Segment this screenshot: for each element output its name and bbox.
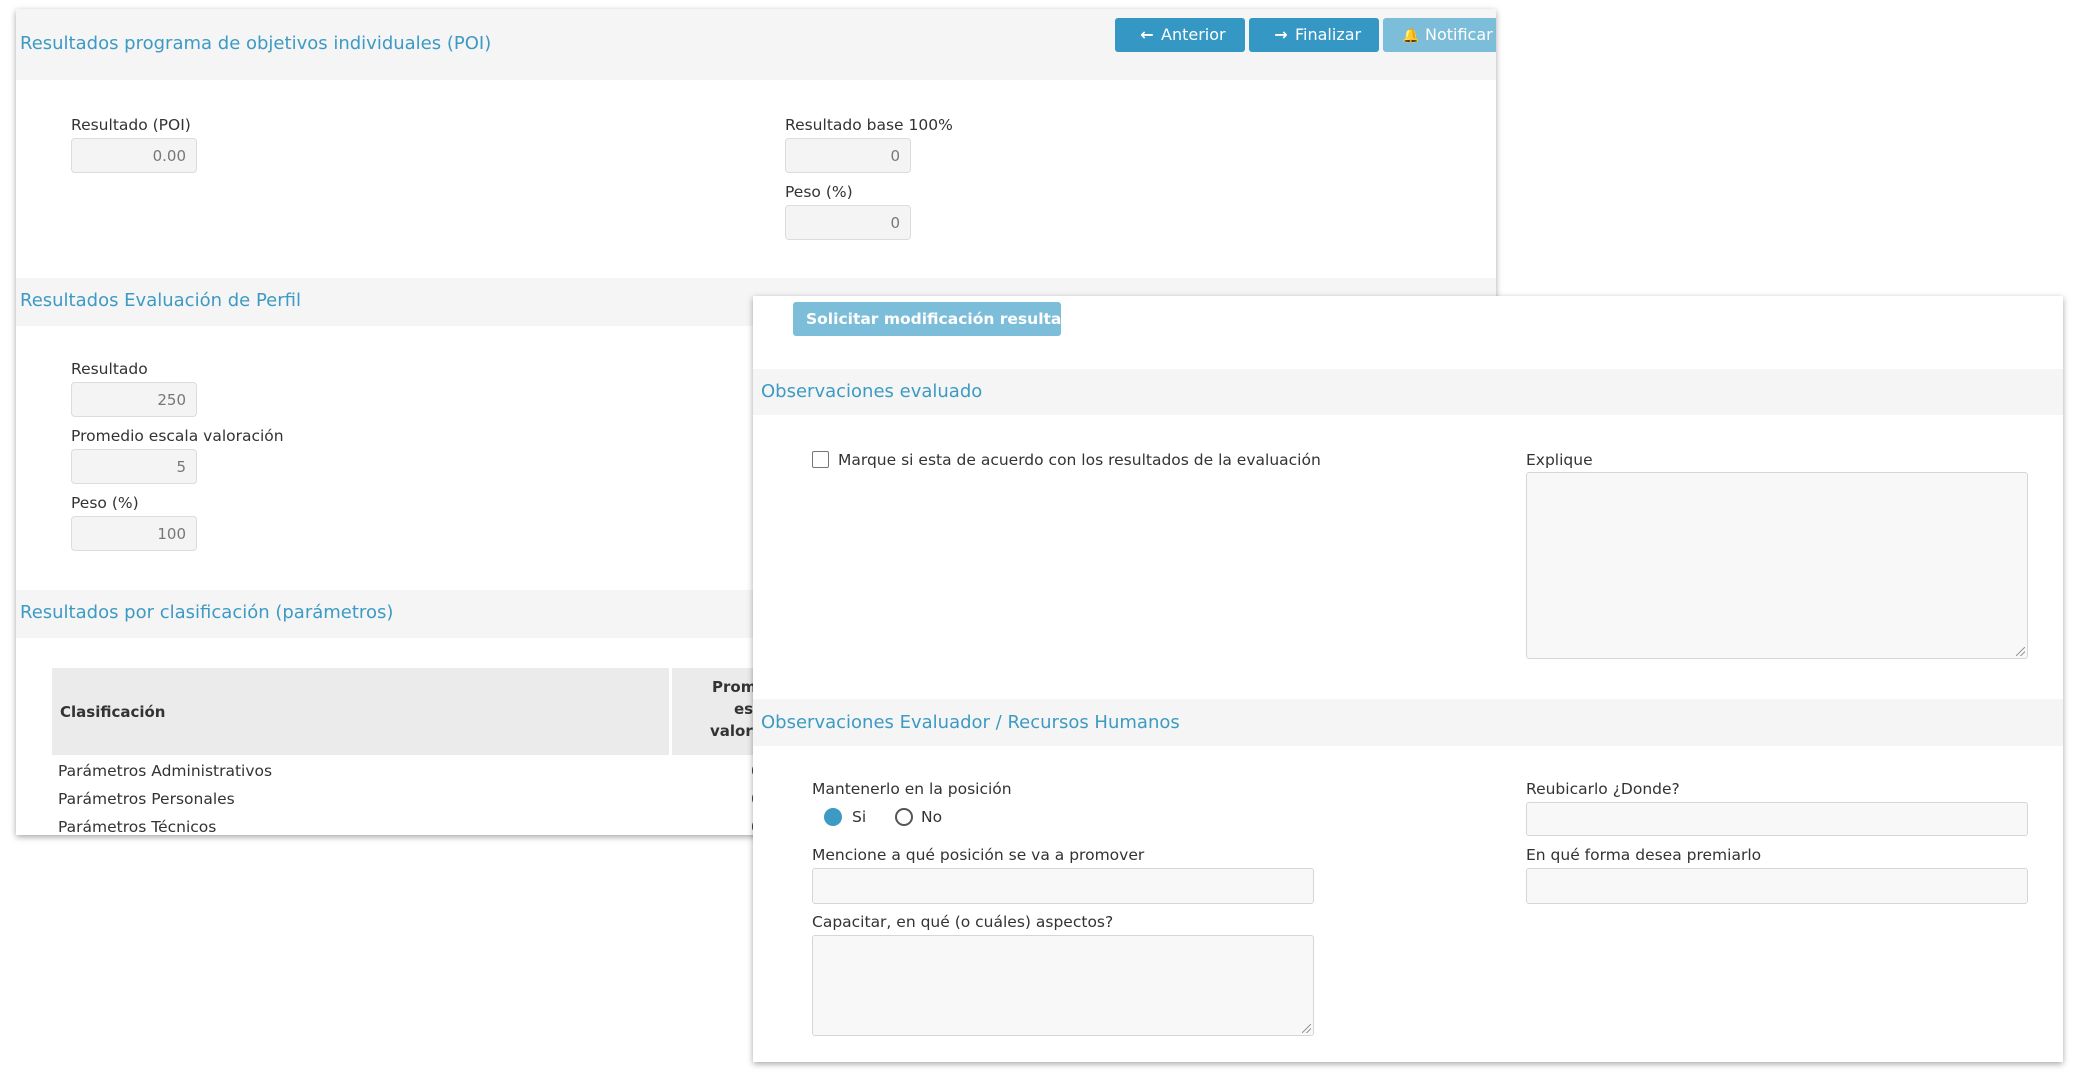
table-row-name: Parámetros Administrativos: [58, 762, 273, 780]
radio-yes[interactable]: [824, 808, 842, 826]
keep-position-label: Mantenerlo en la posición: [812, 780, 1012, 798]
evaluated-section-header: Observaciones evaluado: [753, 369, 2063, 415]
explain-label: Explique: [1526, 451, 1593, 469]
arrow-right-icon: →: [1274, 25, 1288, 44]
poi-weight-label: Peso (%): [785, 183, 853, 201]
reward-input[interactable]: [1526, 868, 2028, 904]
poi-result-field[interactable]: 0.00: [71, 138, 197, 173]
evaluator-section-header: Observaciones Evaluador / Recursos Human…: [753, 699, 2063, 746]
table-header-line-2: es: [734, 700, 754, 718]
profile-result-field[interactable]: 250: [71, 382, 197, 417]
table-header-classification[interactable]: Clasificación: [52, 668, 669, 755]
poi-result-label: Resultado (POI): [71, 116, 191, 134]
agree-label: Marque si esta de acuerdo con los result…: [838, 451, 1321, 469]
radio-yes-label: Si: [852, 808, 867, 826]
explain-textarea[interactable]: [1526, 472, 2028, 659]
classification-section-title: Resultados por clasificación (parámetros…: [20, 602, 394, 623]
relocate-label: Reubicarlo ¿Donde?: [1526, 780, 1680, 798]
finalizar-label: Finalizar: [1295, 25, 1362, 44]
resize-grip-icon[interactable]: [1302, 1024, 1311, 1033]
finalizar-button[interactable]: → Finalizar: [1249, 18, 1379, 52]
notificar-label: Notificar: [1425, 25, 1493, 44]
table-header-line-1: Prom: [712, 678, 757, 696]
training-textarea[interactable]: [812, 935, 1314, 1036]
table-row-name: Parámetros Personales: [58, 790, 235, 808]
observations-panel: Solicitar modificación resultados Observ…: [753, 296, 2063, 1062]
anterior-label: Anterior: [1161, 25, 1226, 44]
profile-result-label: Resultado: [71, 360, 148, 378]
radio-no-label: No: [921, 808, 943, 826]
agree-checkbox[interactable]: [812, 451, 829, 468]
poi-section-title: Resultados programa de objetivos individ…: [20, 33, 492, 54]
evaluated-section-title: Observaciones evaluado: [761, 381, 983, 402]
resize-grip-icon[interactable]: [2016, 647, 2025, 656]
reward-label: En qué forma desea premiarlo: [1526, 846, 1762, 864]
request-modification-button[interactable]: Solicitar modificación resultados: [793, 302, 1092, 336]
anterior-button[interactable]: ← Anterior: [1115, 18, 1245, 52]
profile-weight-field[interactable]: 100: [71, 516, 197, 551]
profile-avg-label: Promedio escala valoración: [71, 427, 284, 445]
poi-base-label: Resultado base 100%: [785, 116, 953, 134]
poi-weight-field[interactable]: 0: [785, 205, 911, 240]
table-header-label: Clasificación: [60, 703, 166, 721]
evaluator-section-title: Observaciones Evaluador / Recursos Human…: [761, 712, 1180, 733]
radio-no[interactable]: [895, 808, 913, 826]
profile-avg-field[interactable]: 5: [71, 449, 197, 484]
promote-label: Mencione a qué posición se va a promover: [812, 846, 1145, 864]
training-label: Capacitar, en qué (o cuáles) aspectos?: [812, 913, 1114, 931]
arrow-left-icon: ←: [1140, 25, 1154, 44]
profile-weight-label: Peso (%): [71, 494, 139, 512]
poi-base-field[interactable]: 0: [785, 138, 911, 173]
promote-input[interactable]: [812, 868, 1314, 904]
notificar-button[interactable]: 🔔 Notificar: [1383, 18, 1496, 52]
relocate-input[interactable]: [1526, 802, 2028, 836]
bell-icon: 🔔: [1402, 28, 1420, 44]
profile-section-title: Resultados Evaluación de Perfil: [20, 290, 301, 311]
table-row-name: Parámetros Técnicos: [58, 818, 217, 835]
